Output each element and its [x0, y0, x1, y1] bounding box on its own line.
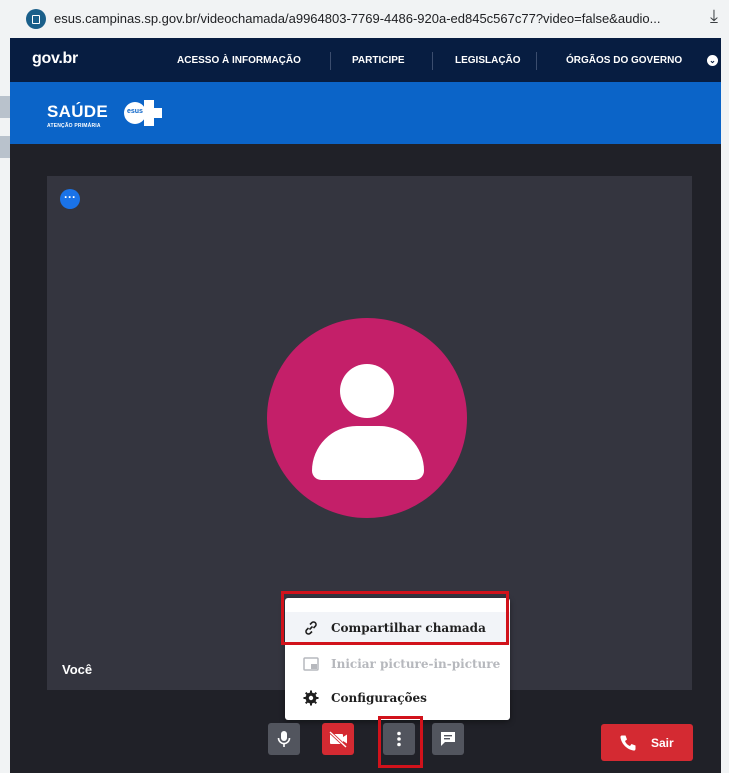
nav-separator — [432, 52, 433, 70]
esus-badge-text: esus — [127, 108, 143, 115]
saude-banner: SAÚDE ATENÇÃO PRIMÁRIA esus — [10, 82, 721, 144]
phone-icon — [620, 735, 636, 751]
menu-item-picture-in-picture[interactable]: Iniciar picture-in-picture — [285, 648, 510, 680]
right-edge — [721, 38, 729, 773]
more-options-button[interactable] — [383, 723, 415, 755]
menu-item-label: Configurações — [331, 691, 427, 705]
camera-toggle-button[interactable] — [322, 723, 354, 755]
esus-logo: esus — [124, 100, 162, 126]
microphone-icon — [277, 731, 291, 747]
govbr-logo[interactable]: gov.br — [32, 50, 78, 68]
participant-name: Você — [62, 662, 93, 677]
gov-header: gov.br ACESSO À INFORMAÇÃO PARTICIPE LEG… — [10, 38, 721, 82]
nav-acesso-informacao[interactable]: ACESSO À INFORMAÇÃO — [177, 55, 301, 66]
gear-icon — [303, 690, 319, 706]
nav-separator — [330, 52, 331, 70]
user-avatar-icon — [267, 318, 467, 518]
leave-call-label: Sair — [651, 736, 674, 750]
nav-separator — [536, 52, 537, 70]
vertical-dots-icon — [397, 731, 401, 747]
nav-participe[interactable]: PARTICIPE — [352, 55, 405, 66]
picture-in-picture-icon — [303, 657, 319, 671]
nav-legislacao[interactable]: LEGISLAÇÃO — [455, 55, 521, 66]
chat-icon — [441, 732, 455, 746]
leave-call-button[interactable]: Sair — [601, 724, 693, 761]
menu-item-settings[interactable]: Configurações — [285, 682, 510, 714]
download-icon[interactable]: ⤓ — [710, 6, 718, 27]
nav-orgaos-governo[interactable]: ÓRGÃOS DO GOVERNO — [566, 55, 682, 66]
reader-mode-icon[interactable] — [26, 9, 46, 29]
menu-item-label: Compartilhar chamada — [331, 621, 486, 635]
left-edge — [0, 0, 10, 773]
address-bar[interactable]: esus.campinas.sp.gov.br/videochamada/a99… — [10, 0, 729, 38]
options-menu: Compartilhar chamada Iniciar picture-in-… — [285, 598, 510, 720]
chevron-down-icon[interactable]: ⌄ — [707, 55, 718, 66]
url-text[interactable]: esus.campinas.sp.gov.br/videochamada/a99… — [54, 11, 661, 26]
ellipsis-icon[interactable]: ··· — [60, 189, 80, 209]
chat-button[interactable] — [432, 723, 464, 755]
menu-item-share-call[interactable]: Compartilhar chamada — [285, 612, 510, 644]
camera-off-icon — [328, 730, 348, 749]
saude-logo-subtitle: ATENÇÃO PRIMÁRIA — [47, 123, 101, 129]
saude-logo-title[interactable]: SAÚDE — [47, 102, 108, 122]
link-icon — [305, 621, 317, 635]
microphone-button[interactable] — [268, 723, 300, 755]
menu-item-label: Iniciar picture-in-picture — [331, 657, 501, 671]
